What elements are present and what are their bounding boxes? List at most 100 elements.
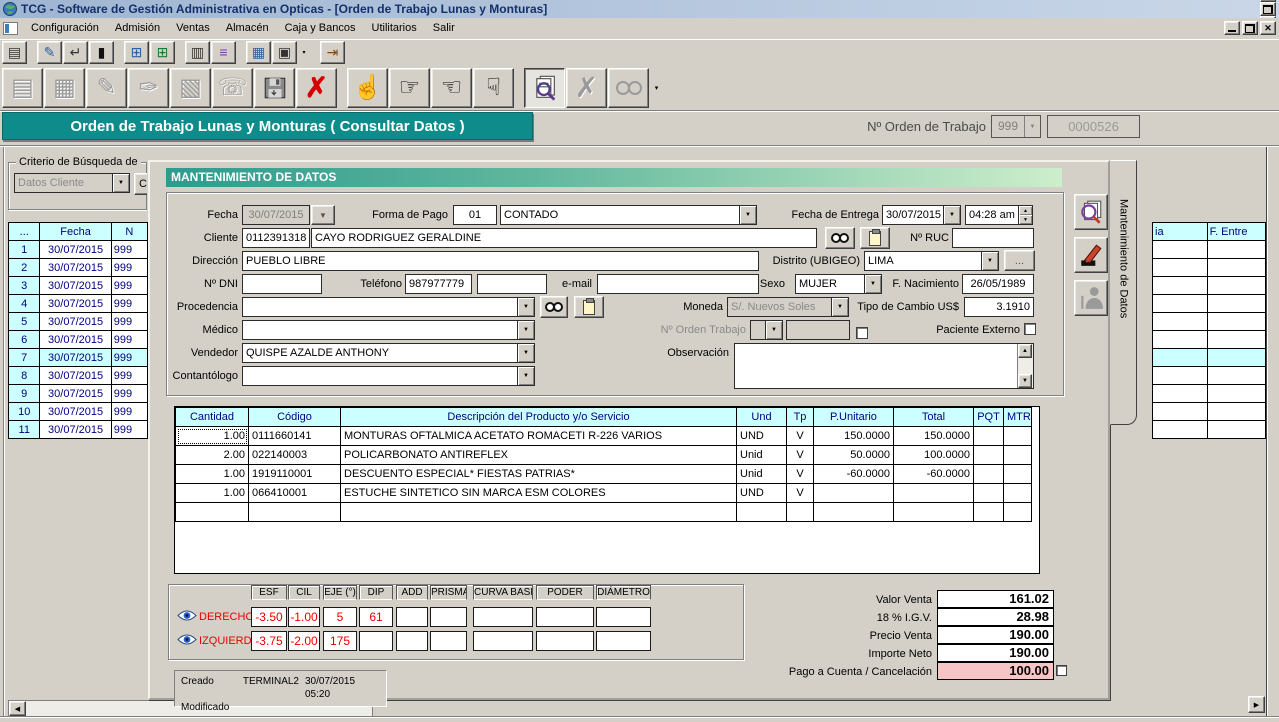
pago-cuenta-checkbox[interactable] [1056, 665, 1067, 676]
col-header[interactable]: Und [737, 408, 787, 427]
product-row[interactable]: 2.00022140003POLICARBONATO ANTIREFLEXUni… [176, 446, 1032, 465]
col-header[interactable]: N [111, 223, 147, 241]
procedencia-copy-button[interactable] [574, 296, 604, 318]
scroll-down-button[interactable]: ▼ [1018, 374, 1032, 388]
exit-button[interactable]: ⇥ [320, 41, 345, 64]
dni-input[interactable] [242, 274, 322, 294]
spin-up-icon[interactable]: ▲ [1019, 206, 1032, 215]
fecha-entrega-combo[interactable]: 30/07/2015 ▼ [882, 205, 961, 225]
product-row[interactable]: 1.00066410001ESTUCHE SINTETICO SIN MARCA… [176, 484, 1032, 503]
rx-cell[interactable]: 5 [323, 607, 357, 627]
rx-cell[interactable] [430, 631, 467, 651]
tab-mantenimiento-de-datos[interactable]: Mantenimiento de Datos [1110, 160, 1137, 425]
results-row[interactable] [1153, 259, 1266, 277]
results-row-selected[interactable] [1153, 349, 1266, 367]
printer-dropdown-button[interactable]: ▾ [298, 41, 310, 64]
annotate-button[interactable] [1074, 237, 1108, 273]
col-header[interactable]: ia [1153, 223, 1208, 241]
results-row[interactable]: 1030/07/2015999 [9, 403, 148, 421]
rx-cell[interactable]: 175 [323, 631, 357, 651]
rx-cell[interactable] [596, 631, 651, 651]
rx-cell[interactable]: -3.75 [251, 631, 287, 651]
scroll-up-button[interactable]: ▲ [1018, 344, 1032, 358]
distrito-combo[interactable]: LIMA ▼ [864, 251, 999, 271]
spin-down-icon[interactable]: ▼ [1019, 215, 1032, 224]
save-exit-button[interactable]: ↵ [63, 41, 88, 64]
results-row[interactable] [1153, 403, 1266, 421]
rx-cell[interactable] [396, 631, 428, 651]
results-row[interactable]: 430/07/2015999 [9, 295, 148, 313]
procedencia-combo[interactable]: ▼ [242, 297, 535, 317]
scroll-right-button[interactable]: ▶ [1248, 696, 1265, 713]
col-header[interactable]: F. Entre [1207, 223, 1265, 241]
new-record-button[interactable]: ▤ [2, 41, 27, 64]
restore-button[interactable] [1260, 2, 1276, 16]
results-row[interactable]: 130/07/2015999 [9, 241, 148, 259]
col-header[interactable]: Tp [787, 408, 814, 427]
results-row[interactable]: 1130/07/2015999 [9, 421, 148, 439]
mdi-minimize-button[interactable] [1224, 21, 1240, 35]
preview-document-button[interactable] [1074, 194, 1108, 230]
tipo-cambio-input[interactable]: 3.1910 [964, 297, 1034, 317]
rx-cell[interactable] [396, 607, 428, 627]
menu-ventas[interactable]: Ventas [168, 19, 218, 37]
rx-cell[interactable]: -1.00 [288, 607, 320, 627]
budgets-button[interactable]: ⊞ [150, 41, 175, 64]
menu-configuracion[interactable]: Configuración [23, 19, 107, 37]
mdi-child-icon[interactable] [3, 22, 18, 35]
menu-salir[interactable]: Salir [425, 19, 463, 37]
col-header[interactable]: PQT [974, 408, 1004, 427]
rx-cell[interactable]: -3.50 [251, 607, 287, 627]
col-header[interactable]: Descripción del Producto y/o Servicio [341, 408, 737, 427]
rx-cell[interactable]: 61 [359, 607, 393, 627]
calculator-button[interactable]: ▦ [246, 41, 271, 64]
menu-caja-bancos[interactable]: Caja y Bancos [277, 19, 364, 37]
rx-cell[interactable] [536, 607, 594, 627]
rx-cell[interactable] [596, 607, 651, 627]
rx-cell[interactable] [359, 631, 393, 651]
col-header[interactable]: Fecha [40, 223, 111, 241]
product-row[interactable] [176, 503, 1032, 522]
results-row[interactable]: 230/07/2015999 [9, 259, 148, 277]
columns-report-button[interactable]: ▥ [185, 41, 210, 64]
previous-record-button[interactable]: ☜ [431, 68, 472, 108]
orden-trabajo-checkbox[interactable] [856, 327, 868, 339]
results-row[interactable] [1153, 367, 1266, 385]
results-row[interactable]: 330/07/2015999 [9, 277, 148, 295]
results-row[interactable] [1153, 385, 1266, 403]
results-row[interactable] [1153, 241, 1266, 259]
clients-button[interactable]: ✎ [37, 41, 62, 64]
cliente-code-input[interactable]: 0112391318 [242, 228, 310, 248]
mdi-restore-button[interactable] [1242, 21, 1258, 35]
rx-cell[interactable] [473, 607, 533, 627]
direccion-input[interactable]: PUEBLO LIBRE [242, 251, 759, 271]
col-header[interactable]: Cantidad [176, 408, 249, 427]
rx-cell[interactable] [536, 631, 594, 651]
rx-cell[interactable]: -2.00 [288, 631, 320, 651]
sexo-combo[interactable]: MUJER ▼ [795, 274, 882, 294]
observacion-textarea[interactable]: ▲ ▼ [734, 343, 1034, 389]
rx-cell[interactable] [430, 607, 467, 627]
forma-pago-code-input[interactable]: 01 [453, 205, 497, 225]
ruc-input[interactable] [952, 228, 1034, 248]
search-go-button[interactable]: C [134, 173, 147, 195]
save-button[interactable] [254, 68, 295, 108]
vendedor-combo[interactable]: QUISPE AZALDE ANTHONY ▼ [242, 343, 535, 363]
results-row[interactable]: 530/07/2015999 [9, 313, 148, 331]
col-header[interactable]: MTR [1004, 408, 1032, 427]
printer-button[interactable]: ▣ [272, 41, 297, 64]
results-row[interactable] [1153, 313, 1266, 331]
col-header[interactable]: ... [9, 223, 40, 241]
contactologo-combo[interactable]: ▼ [242, 366, 535, 386]
mdi-close-button[interactable]: ✕ [1260, 21, 1276, 35]
col-header[interactable]: P.Unitario [814, 408, 894, 427]
menu-almacen[interactable]: Almacén [218, 19, 277, 37]
results-row[interactable]: 830/07/2015999 [9, 367, 148, 385]
forma-pago-combo[interactable]: CONTADO ▼ [500, 205, 757, 225]
medico-combo[interactable]: ▼ [242, 320, 535, 340]
scroll-left-button[interactable]: ◀ [9, 701, 26, 716]
hora-entrega-spinner[interactable]: 04:28 am ▲▼ [965, 205, 1033, 225]
product-row[interactable]: 1.001919110001DESCUENTO ESPECIAL* FIESTA… [176, 465, 1032, 484]
paciente-externo-checkbox[interactable] [1024, 323, 1036, 335]
phonebook-button[interactable]: ▮ [89, 41, 114, 64]
